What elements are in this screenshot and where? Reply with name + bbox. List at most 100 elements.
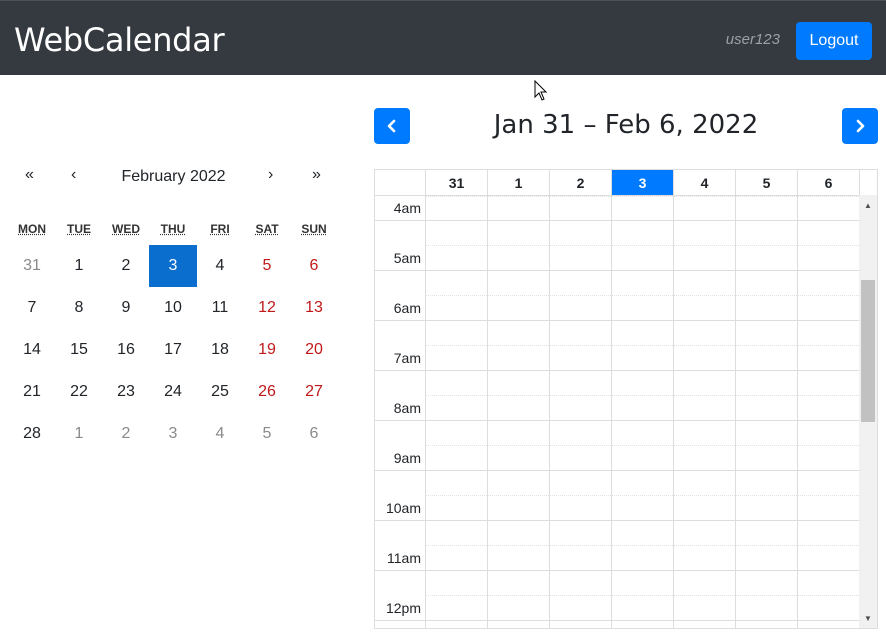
mini-calendar-day[interactable]: 20 xyxy=(290,329,338,371)
day-column-header[interactable]: 31 xyxy=(425,170,487,195)
mini-calendar-day[interactable]: 26 xyxy=(243,371,291,413)
day-column-divider xyxy=(425,196,426,628)
mini-calendar-day[interactable]: 22 xyxy=(55,371,103,413)
day-column-header[interactable]: 4 xyxy=(673,170,735,195)
mini-calendar-day[interactable]: 12 xyxy=(243,287,291,329)
scroll-up-icon[interactable]: ▲ xyxy=(859,198,877,212)
scroll-down-icon[interactable]: ▼ xyxy=(859,611,877,625)
mini-calendar-day[interactable]: 28 xyxy=(8,413,56,455)
mini-calendar-day[interactable]: 27 xyxy=(290,371,338,413)
weekday-label: WED xyxy=(112,222,140,236)
half-hour-gridline xyxy=(425,395,861,396)
username-label: user123 xyxy=(725,31,780,48)
half-hour-gridline xyxy=(425,545,861,546)
mini-calendar-day[interactable]: 14 xyxy=(8,329,56,371)
mini-calendar-day[interactable]: 1 xyxy=(55,245,103,287)
day-column-divider xyxy=(797,196,798,628)
weekday-label: MON xyxy=(18,222,46,236)
hour-gridline xyxy=(375,320,861,321)
half-hour-gridline xyxy=(425,245,861,246)
mini-calendar-day[interactable]: 7 xyxy=(8,287,56,329)
mini-calendar-day[interactable]: 21 xyxy=(8,371,56,413)
day-column-header[interactable]: 1 xyxy=(487,170,549,195)
weekday-label: THU xyxy=(160,222,186,236)
half-hour-gridline xyxy=(425,295,861,296)
chevron-right-icon xyxy=(856,119,865,133)
hour-label: 10am xyxy=(385,500,421,516)
week-grid-header: 31 1 2 3 4 5 6 xyxy=(375,170,877,196)
mini-calendar-day-selected[interactable]: 3 xyxy=(149,245,197,287)
next-month-button[interactable]: › xyxy=(268,166,273,184)
next-year-button[interactable]: » xyxy=(312,166,321,184)
hour-gridline xyxy=(375,470,861,471)
mini-calendar-day[interactable]: 4 xyxy=(196,245,244,287)
hour-label: 7am xyxy=(393,350,421,366)
day-column-divider xyxy=(549,196,550,628)
brand-title[interactable]: WebCalendar xyxy=(14,21,225,59)
mini-calendar-day[interactable]: 24 xyxy=(149,371,197,413)
next-week-button[interactable] xyxy=(842,108,878,144)
weekday-label: SAT xyxy=(255,222,279,236)
weekday-label: TUE xyxy=(67,222,91,236)
half-hour-gridline xyxy=(425,196,861,197)
hour-label: 11am xyxy=(387,550,421,566)
mini-calendar-day[interactable]: 31 xyxy=(8,245,56,287)
header-scroll-spacer xyxy=(859,170,877,195)
hour-label: 9am xyxy=(393,450,421,466)
hour-gridline xyxy=(375,270,861,271)
mini-calendar-day[interactable]: 16 xyxy=(102,329,150,371)
mini-calendar-day[interactable]: 6 xyxy=(290,413,338,455)
mini-calendar-title: February 2022 xyxy=(121,168,226,185)
half-hour-gridline xyxy=(425,345,861,346)
logout-button[interactable]: Logout xyxy=(796,22,872,60)
scroll-thumb[interactable] xyxy=(861,280,875,422)
hour-label: 5am xyxy=(393,250,421,266)
week-grid: 31 1 2 3 4 5 6 4am 5am 6am 7am 8am 9am 10am 11am 12pm xyxy=(374,169,878,629)
hour-gridline xyxy=(375,220,861,221)
mini-calendar-day[interactable]: 5 xyxy=(243,245,291,287)
weekday-label: SUN xyxy=(301,222,327,236)
hour-label: 6am xyxy=(393,300,421,316)
mini-calendar-day[interactable]: 25 xyxy=(196,371,244,413)
day-column-divider xyxy=(611,196,612,628)
mini-calendar-day[interactable]: 5 xyxy=(243,413,291,455)
hour-gridline xyxy=(375,420,861,421)
mini-calendar-day[interactable]: 2 xyxy=(102,413,150,455)
half-hour-gridline xyxy=(425,595,861,596)
mini-calendar-day[interactable]: 10 xyxy=(149,287,197,329)
mini-calendar-day[interactable]: 23 xyxy=(102,371,150,413)
mini-calendar-day[interactable]: 17 xyxy=(149,329,197,371)
day-column-divider xyxy=(673,196,674,628)
mini-calendar-day[interactable]: 13 xyxy=(290,287,338,329)
hour-label: 4am xyxy=(393,200,421,216)
week-grid-body[interactable]: 4am 5am 6am 7am 8am 9am 10am 11am 12pm xyxy=(375,196,861,628)
hour-gridline xyxy=(375,620,861,621)
half-hour-gridline xyxy=(425,495,861,496)
chevron-left-icon xyxy=(387,119,396,133)
navbar: WebCalendar user123 Logout xyxy=(0,0,886,75)
mini-calendar-day[interactable]: 1 xyxy=(55,413,103,455)
week-title: Jan 31 – Feb 6, 2022 xyxy=(493,110,759,140)
day-column-header[interactable]: 5 xyxy=(735,170,797,195)
prev-week-button[interactable] xyxy=(374,108,410,144)
hour-gridline xyxy=(375,570,861,571)
hour-gridline xyxy=(375,370,861,371)
mini-calendar-day[interactable]: 8 xyxy=(55,287,103,329)
day-column-divider xyxy=(735,196,736,628)
day-column-header[interactable]: 3 xyxy=(611,170,673,195)
day-column-divider xyxy=(487,196,488,628)
vertical-scrollbar[interactable]: ▲ ▼ xyxy=(859,195,877,628)
mini-calendar-day[interactable]: 3 xyxy=(149,413,197,455)
mini-calendar-day[interactable]: 18 xyxy=(196,329,244,371)
day-column-header[interactable]: 2 xyxy=(549,170,611,195)
mini-calendar-day[interactable]: 4 xyxy=(196,413,244,455)
mini-calendar-day[interactable]: 2 xyxy=(102,245,150,287)
hour-label: 8am xyxy=(393,400,421,416)
mini-calendar-day[interactable]: 19 xyxy=(243,329,291,371)
half-hour-gridline xyxy=(425,445,861,446)
mini-calendar-day[interactable]: 6 xyxy=(290,245,338,287)
day-column-header[interactable]: 6 xyxy=(797,170,859,195)
mini-calendar-day[interactable]: 15 xyxy=(55,329,103,371)
mini-calendar-day[interactable]: 11 xyxy=(196,287,244,329)
mini-calendar-day[interactable]: 9 xyxy=(102,287,150,329)
